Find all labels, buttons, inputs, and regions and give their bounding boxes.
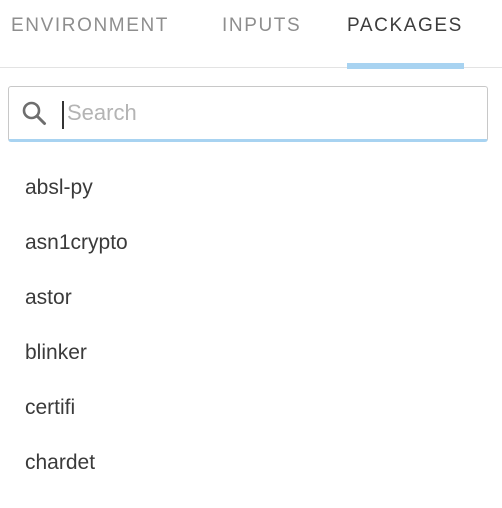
tab-packages-label: PACKAGES bbox=[347, 15, 463, 36]
active-tab-indicator bbox=[347, 63, 464, 69]
tab-environment[interactable]: ENVIRONMENT bbox=[11, 14, 169, 68]
list-item[interactable]: asn1crypto bbox=[0, 215, 502, 270]
search-icon bbox=[22, 101, 46, 125]
search-box[interactable] bbox=[8, 86, 488, 142]
list-item[interactable]: absl-py bbox=[0, 160, 502, 215]
list-item[interactable]: chardet bbox=[0, 435, 502, 490]
search-input[interactable] bbox=[61, 95, 477, 131]
tab-inputs-label: INPUTS bbox=[222, 15, 302, 36]
list-item[interactable]: blinker bbox=[0, 325, 502, 380]
tab-packages[interactable]: PACKAGES bbox=[347, 14, 464, 69]
tab-bar: ENVIRONMENT INPUTS PACKAGES bbox=[0, 0, 502, 69]
text-cursor bbox=[62, 101, 64, 129]
tab-environment-label: ENVIRONMENT bbox=[11, 15, 169, 36]
list-item[interactable]: certifi bbox=[0, 380, 502, 435]
package-list: absl-py asn1crypto astor blinker certifi… bbox=[0, 160, 502, 490]
list-item[interactable]: astor bbox=[0, 270, 502, 325]
tab-inputs[interactable]: INPUTS bbox=[222, 14, 301, 68]
